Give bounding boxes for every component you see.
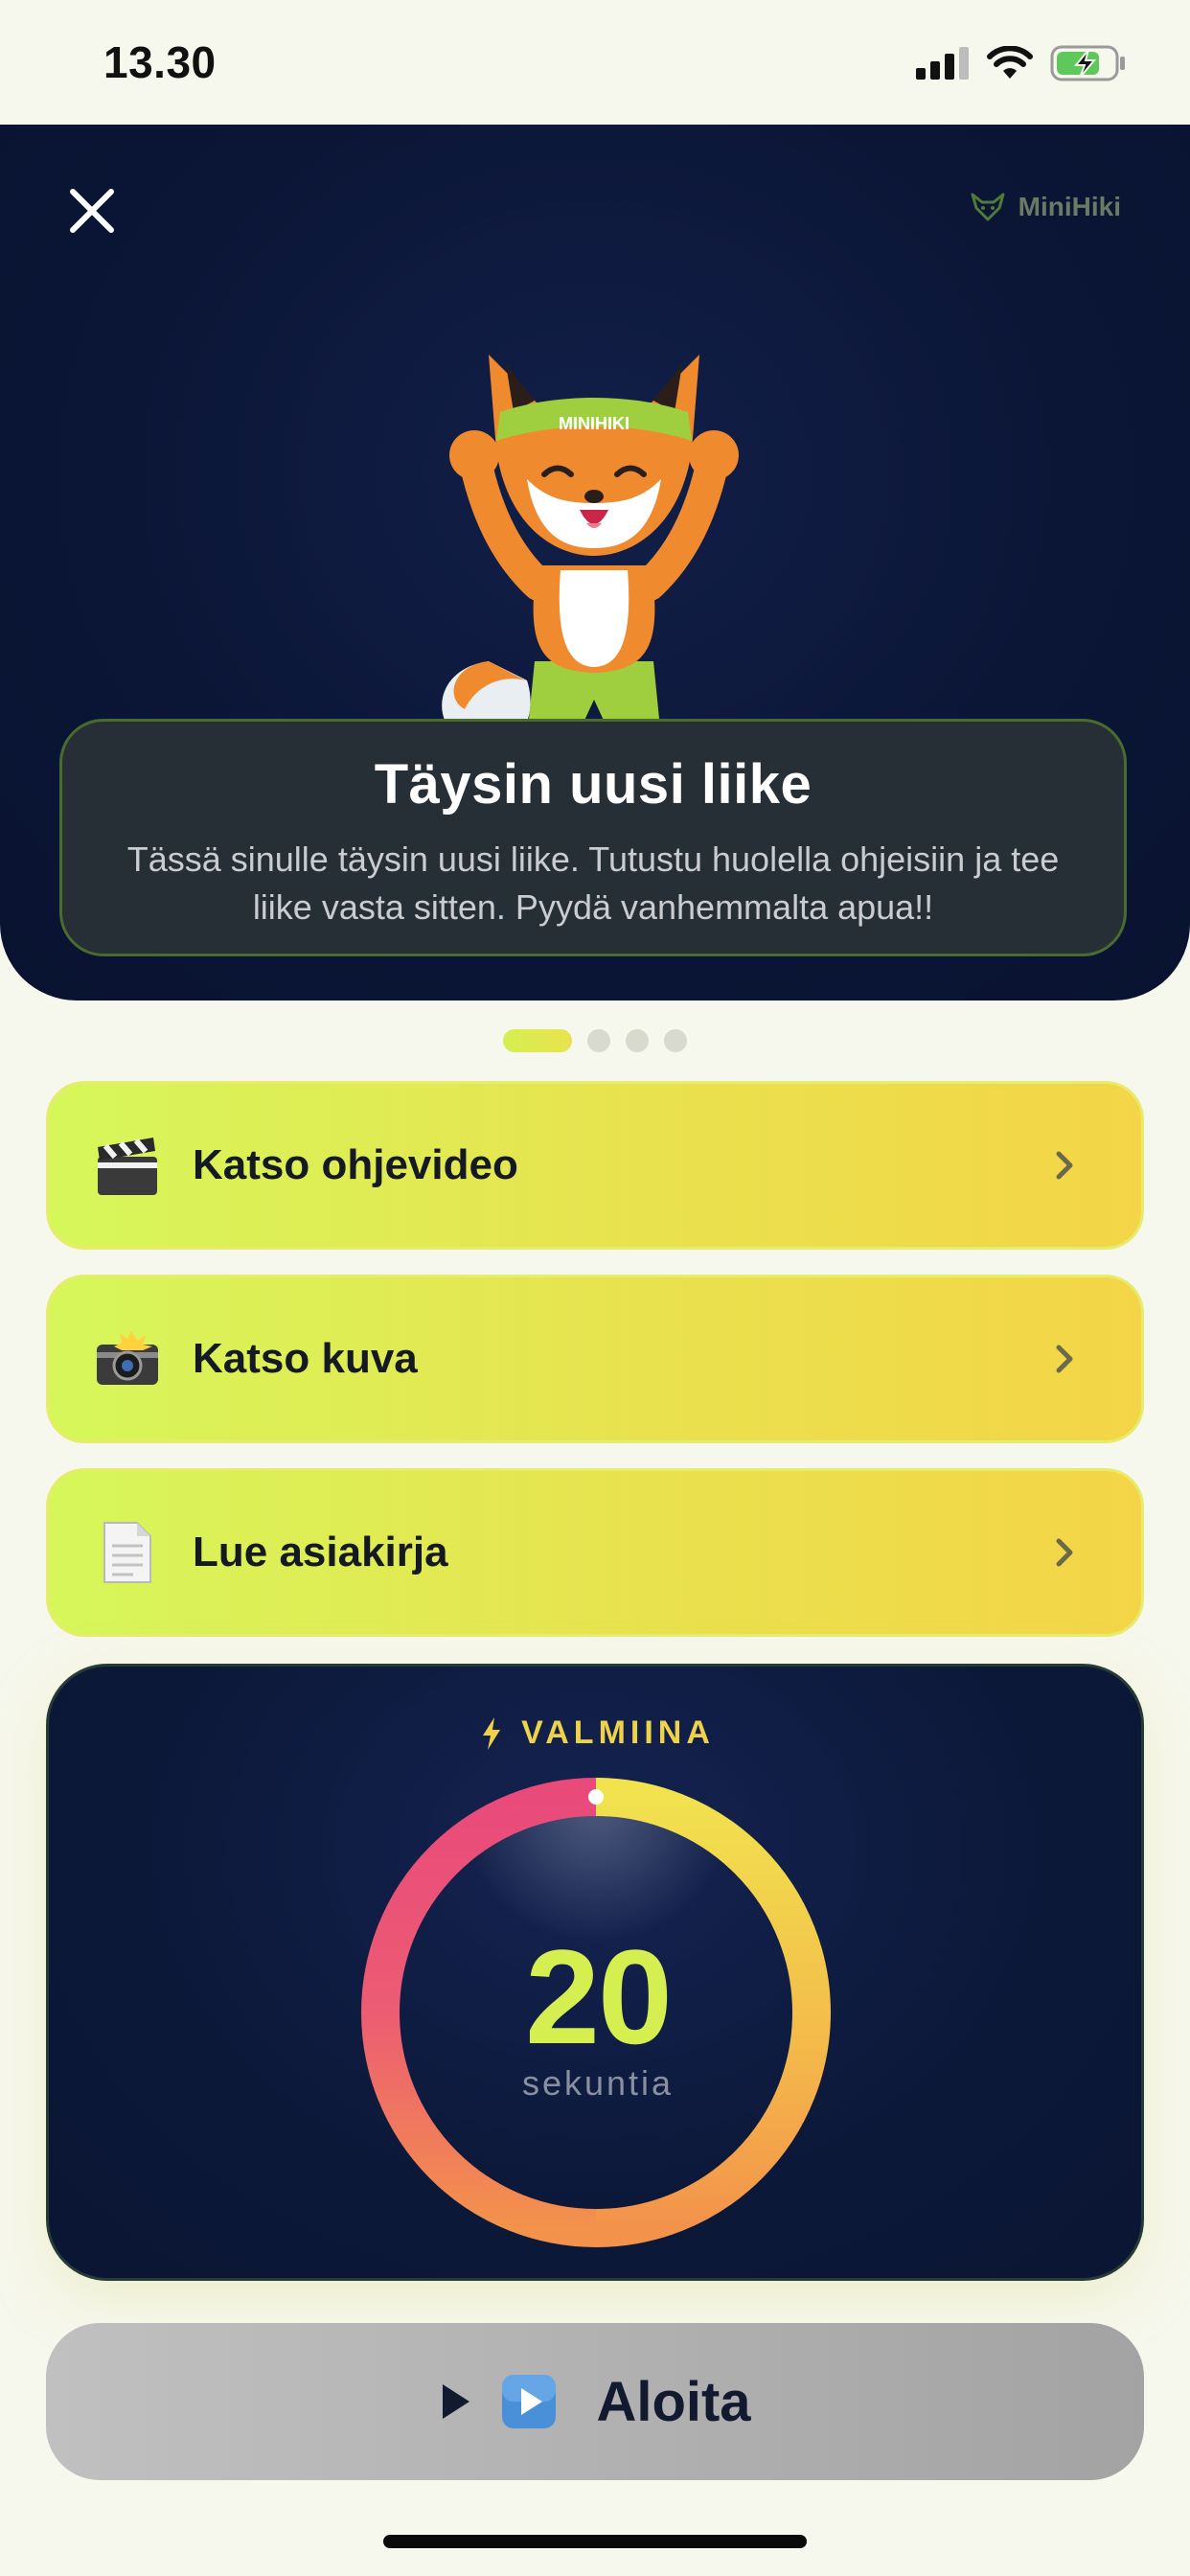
view-image-button[interactable]: Katso kuva — [46, 1275, 1144, 1443]
view-image-label: Katso kuva — [193, 1335, 418, 1382]
page-dot-active[interactable] — [503, 1029, 572, 1052]
status-time: 13.30 — [103, 37, 217, 87]
play-button-emoji-icon — [502, 2375, 557, 2428]
timer-value: 20 — [525, 1921, 673, 2072]
start-button[interactable]: Aloita — [46, 2323, 1144, 2480]
page-dot[interactable] — [587, 1029, 610, 1052]
timer-status: VALMIINA — [49, 1714, 1147, 1752]
document-icon — [91, 1516, 164, 1589]
status-bar: 13.30 — [0, 0, 1190, 125]
ring-handle — [588, 1789, 604, 1805]
close-icon[interactable] — [65, 184, 119, 238]
page-dot[interactable] — [664, 1029, 687, 1052]
battery-charging-icon — [1050, 45, 1125, 81]
timer-status-label: VALMIINA — [521, 1714, 715, 1751]
brand-name: MiniHiki — [1018, 192, 1121, 221]
wifi-icon — [987, 46, 1033, 79]
read-document-button[interactable]: Lue asiakirja — [46, 1468, 1144, 1637]
fox-logo-icon — [971, 193, 1005, 221]
home-indicator[interactable] — [383, 2535, 807, 2548]
page-indicator — [0, 1027, 1190, 1054]
lightning-icon — [483, 1716, 501, 1750]
brand-logo: MiniHiki — [971, 192, 1121, 222]
start-button-label: Aloita — [596, 2370, 751, 2433]
clapper-board-icon — [91, 1129, 164, 1202]
headband-text: MINIHIKI — [559, 414, 629, 433]
chevron-right-icon — [1056, 1151, 1073, 1180]
play-icon — [443, 2384, 470, 2419]
timer-unit: sekuntia — [521, 2063, 675, 2103]
page-dot[interactable] — [626, 1029, 649, 1052]
watch-video-button[interactable]: Katso ohjevideo — [46, 1081, 1144, 1250]
read-document-label: Lue asiakirja — [193, 1529, 448, 1576]
camera-flash-icon — [91, 1322, 164, 1395]
watch-video-label: Katso ohjevideo — [193, 1141, 518, 1188]
status-icons — [916, 44, 1127, 82]
hero-panel: MiniHiki MINIHIKI Täysin uusi liike Täss… — [0, 125, 1190, 1000]
info-title: Täysin uusi liike — [374, 753, 812, 816]
info-text: Tässä sinulle täysin uusi liike. Tutustu… — [126, 840, 1060, 927]
timer-card: VALMIINA 20 sekuntia — [46, 1664, 1144, 2281]
chevron-right-icon — [1056, 1345, 1073, 1373]
signal-icon — [916, 47, 969, 80]
info-card: Täysin uusi liike Tässä sinulle täysin u… — [59, 719, 1127, 956]
chevron-right-icon — [1056, 1538, 1073, 1567]
